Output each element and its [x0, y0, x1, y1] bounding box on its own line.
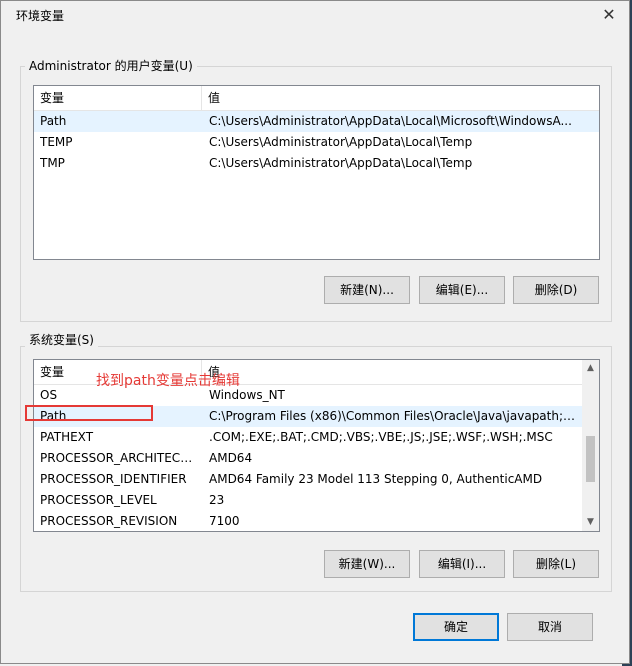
table-row[interactable]: PROCESSOR_LEVEL 23 — [34, 490, 599, 511]
var-value: 23 — [209, 493, 225, 507]
var-name: Path — [40, 114, 67, 128]
var-value: Windows_NT — [209, 388, 285, 402]
system-delete-button[interactable]: 删除(L) — [513, 550, 599, 578]
var-value: 7100 — [209, 514, 240, 528]
annotation-text: 找到path变量点击编辑 — [96, 373, 240, 389]
scroll-down-icon[interactable]: ▼ — [582, 514, 599, 531]
close-button[interactable]: ✕ — [596, 3, 622, 27]
table-row[interactable]: PROCESSOR_REVISION 7100 — [34, 511, 599, 531]
table-row[interactable]: PROCESSOR_ARCHITECT... AMD64 — [34, 448, 599, 469]
user-vars-group-label: Administrator 的用户变量(U) — [25, 59, 197, 73]
user-vars-list[interactable]: 变量 值 Path C:\Users\Administrator\AppData… — [33, 85, 600, 260]
var-value: .COM;.EXE;.BAT;.CMD;.VBS;.VBE;.JS;.JSE;.… — [209, 430, 553, 444]
var-value: AMD64 Family 23 Model 113 Stepping 0, Au… — [209, 472, 543, 486]
var-value: C:\Program Files (x86)\Common Files\Orac… — [209, 409, 577, 423]
column-header-value[interactable]: 值 — [202, 86, 582, 110]
system-new-button[interactable]: 新建(W)... — [324, 550, 410, 578]
table-row[interactable]: TEMP C:\Users\Administrator\AppData\Loca… — [34, 132, 599, 153]
ok-button[interactable]: 确定 — [413, 613, 499, 641]
var-value: C:\Users\Administrator\AppData\Local\Mic… — [209, 114, 572, 128]
table-row[interactable]: PROCESSOR_IDENTIFIER AMD64 Family 23 Mod… — [34, 469, 599, 490]
var-name: PROCESSOR_IDENTIFIER — [40, 472, 187, 486]
var-name: PROCESSOR_LEVEL — [40, 493, 157, 507]
var-value: AMD64 — [209, 451, 253, 465]
var-value: C:\Users\Administrator\AppData\Local\Tem… — [209, 156, 473, 170]
var-value: C:\Users\Administrator\AppData\Local\Tem… — [209, 135, 473, 149]
system-edit-button[interactable]: 编辑(I)... — [419, 550, 505, 578]
scroll-thumb[interactable] — [586, 436, 595, 482]
column-header-value[interactable]: 值 — [202, 360, 582, 384]
table-row[interactable]: TMP C:\Users\Administrator\AppData\Local… — [34, 153, 599, 174]
system-vars-group-label: 系统变量(S) — [25, 333, 98, 347]
scroll-up-icon[interactable]: ▲ — [582, 360, 599, 377]
cancel-button[interactable]: 取消 — [507, 613, 593, 641]
var-name: TMP — [40, 156, 65, 170]
vertical-scrollbar[interactable]: ▲ ▼ — [582, 360, 599, 531]
var-name: TEMP — [40, 135, 73, 149]
user-delete-button[interactable]: 删除(D) — [513, 276, 599, 304]
user-new-button[interactable]: 新建(N)... — [324, 276, 410, 304]
var-name: PATHEXT — [40, 430, 94, 444]
dialog-title: 环境变量 — [16, 9, 65, 23]
column-header-name[interactable]: 变量 — [34, 86, 202, 110]
var-name: PROCESSOR_REVISION — [40, 514, 178, 528]
var-name: PROCESSOR_ARCHITECT... — [40, 451, 196, 465]
table-row[interactable]: Path C:\Users\Administrator\AppData\Loca… — [34, 111, 599, 132]
table-row[interactable]: PATHEXT .COM;.EXE;.BAT;.CMD;.VBS;.VBE;.J… — [34, 427, 599, 448]
user-edit-button[interactable]: 编辑(E)... — [419, 276, 505, 304]
user-vars-header: 变量 值 — [34, 86, 599, 111]
annotation-highlight-box — [25, 405, 153, 421]
